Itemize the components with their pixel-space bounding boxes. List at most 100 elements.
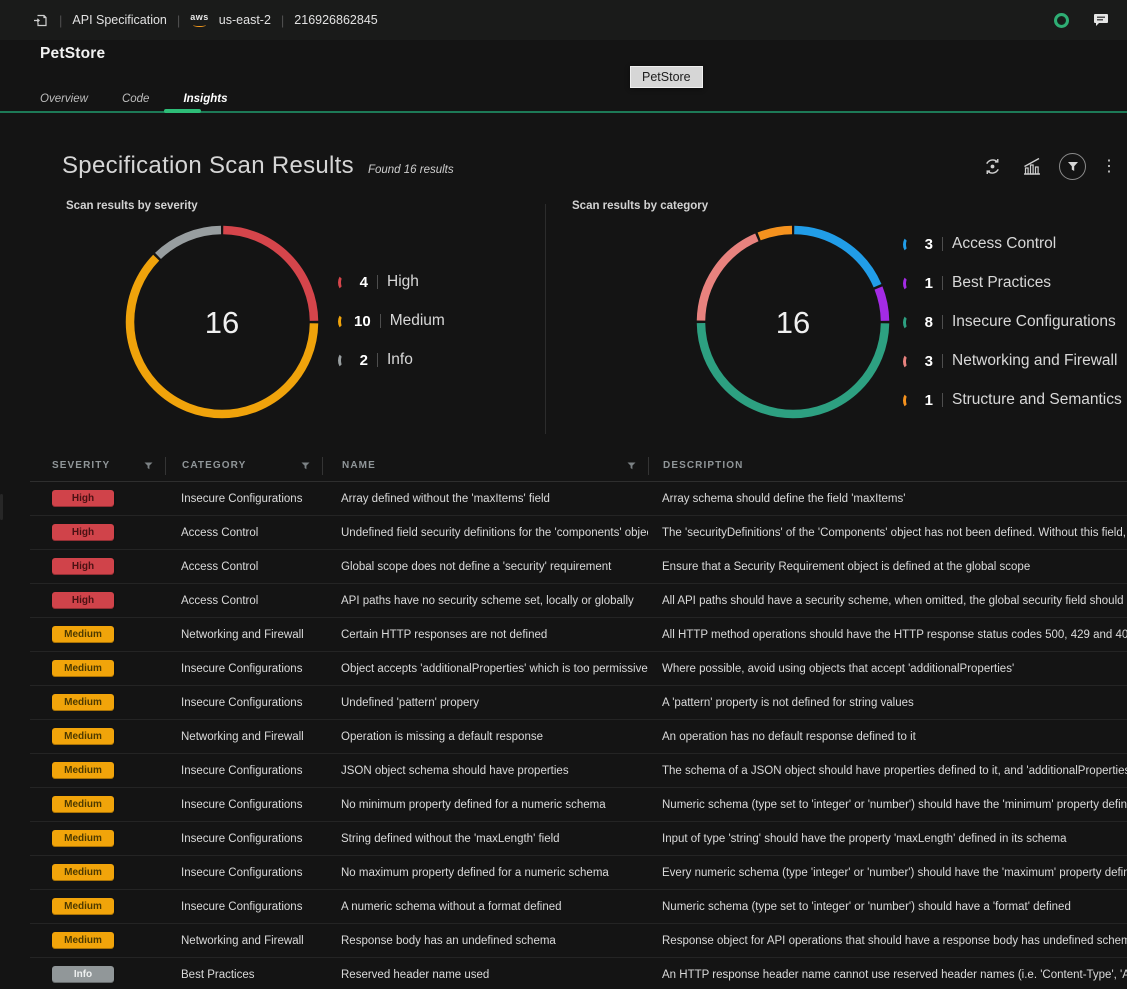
severity-badge: Medium: [52, 830, 114, 847]
table-row[interactable]: Info Best Practices Reserved header name…: [30, 958, 1127, 989]
name-cell: No maximum property defined for a numeri…: [322, 867, 648, 879]
filter-button[interactable]: [1059, 153, 1086, 180]
legend-item[interactable]: 1 Best Practices: [903, 272, 1122, 294]
legend-item[interactable]: 3 Access Control: [903, 233, 1122, 255]
table-body: High Insecure Configurations Array defin…: [30, 482, 1127, 989]
description-cell: The 'securityDefinitions' of the 'Compon…: [648, 527, 1127, 539]
page-title: PetStore: [40, 45, 105, 63]
panel-title: Specification Scan Results: [62, 152, 354, 180]
table-row[interactable]: High Access Control API paths have no se…: [30, 584, 1127, 618]
filter-funnel-icon[interactable]: [301, 462, 310, 470]
category-cell: Insecure Configurations: [165, 833, 322, 845]
column-header-category[interactable]: CATEGORY: [165, 457, 322, 475]
legend-value: 1: [919, 275, 933, 292]
top-bar: | API Specification | aws us-east-2 | 21…: [0, 0, 1127, 40]
category-cell: Access Control: [165, 561, 322, 573]
legend-value: 3: [919, 353, 933, 370]
legend-value: 3: [919, 236, 933, 253]
category-donut-chart: 16: [693, 222, 893, 422]
legend-value: 2: [354, 352, 368, 369]
severity-badge: Medium: [52, 626, 114, 643]
description-cell: Array schema should define the field 'ma…: [648, 493, 1127, 505]
legend-item[interactable]: 2 Info: [338, 349, 445, 371]
table-row[interactable]: Medium Networking and Firewall Certain H…: [30, 618, 1127, 652]
divider: |: [281, 13, 284, 28]
legend-divider: [942, 276, 943, 290]
category-legend: 3 Access Control 1 Best Practices 8 Inse…: [903, 233, 1122, 411]
severity-legend: 4 High 10 Medium 2 Info: [338, 271, 445, 371]
column-header-name[interactable]: NAME: [322, 457, 648, 475]
category-cell: Networking and Firewall: [165, 629, 322, 641]
legend-label: Best Practices: [952, 274, 1051, 292]
description-cell: An HTTP response header name cannot use …: [648, 969, 1127, 981]
legend-value: 1: [919, 392, 933, 409]
legend-divider: [942, 393, 943, 407]
region-label[interactable]: us-east-2: [219, 13, 271, 27]
divider: |: [177, 13, 180, 28]
legend-label: Info: [387, 351, 413, 369]
name-cell: Certain HTTP responses are not defined: [322, 629, 648, 641]
chart-view-button[interactable]: [1020, 155, 1044, 178]
petstore-tooltip: PetStore: [630, 66, 703, 88]
table-row[interactable]: Medium Insecure Configurations No minimu…: [30, 788, 1127, 822]
table-row[interactable]: Medium Insecure Configurations No maximu…: [30, 856, 1127, 890]
legend-item[interactable]: 1 Structure and Semantics: [903, 389, 1122, 411]
legend-arc-icon: [903, 276, 912, 291]
breadcrumb: | API Specification | aws us-east-2 | 21…: [32, 12, 378, 29]
category-cell: Best Practices: [165, 969, 322, 981]
status-ring-icon[interactable]: [1054, 13, 1069, 28]
tab-code[interactable]: Code: [122, 93, 150, 111]
table-row[interactable]: Medium Networking and Firewall Operation…: [30, 720, 1127, 754]
legend-arc-icon: [338, 314, 347, 329]
severity-donut-chart: 16: [122, 222, 322, 422]
severity-badge: Info: [52, 966, 114, 983]
description-cell: All HTTP method operations should have t…: [648, 629, 1127, 641]
kebab-menu-icon[interactable]: ⋮: [1101, 159, 1117, 175]
table-row[interactable]: High Access Control Global scope does no…: [30, 550, 1127, 584]
legend-divider: [377, 353, 378, 367]
name-cell: Undefined field security definitions for…: [322, 527, 648, 539]
category-cell: Networking and Firewall: [165, 935, 322, 947]
panel-header: Specification Scan Results Found 16 resu…: [62, 152, 454, 180]
legend-arc-icon: [903, 237, 912, 252]
table-row[interactable]: Medium Networking and Firewall Response …: [30, 924, 1127, 958]
breadcrumb-title[interactable]: API Specification: [72, 13, 167, 27]
active-tab-indicator: [164, 109, 201, 113]
donut-center-total: 16: [776, 305, 810, 340]
column-header-description[interactable]: DESCRIPTION: [648, 457, 1127, 475]
description-cell: Numeric schema (type set to 'integer' or…: [648, 901, 1127, 913]
refresh-button[interactable]: [980, 154, 1005, 179]
name-cell: Response body has an undefined schema: [322, 935, 648, 947]
category-cell: Access Control: [165, 595, 322, 607]
severity-chart-title: Scan results by severity: [66, 200, 198, 212]
legend-item[interactable]: 4 High: [338, 271, 445, 293]
severity-badge: Medium: [52, 898, 114, 915]
tab-overview[interactable]: Overview: [40, 93, 88, 111]
table-row[interactable]: Medium Insecure Configurations JSON obje…: [30, 754, 1127, 788]
name-cell: Global scope does not define a 'security…: [322, 561, 648, 573]
legend-arc-icon: [338, 275, 347, 290]
legend-item[interactable]: 10 Medium: [338, 310, 445, 332]
legend-item[interactable]: 8 Insecure Configurations: [903, 311, 1122, 333]
name-cell: JSON object schema should have propertie…: [322, 765, 648, 777]
table-row[interactable]: High Access Control Undefined field secu…: [30, 516, 1127, 550]
category-cell: Insecure Configurations: [165, 663, 322, 675]
filter-funnel-icon[interactable]: [627, 462, 636, 470]
legend-item[interactable]: 3 Networking and Firewall: [903, 350, 1122, 372]
table-row[interactable]: High Insecure Configurations Array defin…: [30, 482, 1127, 516]
category-cell: Access Control: [165, 527, 322, 539]
table-row[interactable]: Medium Insecure Configurations Object ac…: [30, 652, 1127, 686]
findings-table: SEVERITY CATEGORY NAME DESCRIPTION High …: [30, 450, 1127, 989]
filter-funnel-icon[interactable]: [144, 462, 153, 470]
legend-label: Access Control: [952, 235, 1056, 253]
legend-label: Structure and Semantics: [952, 391, 1122, 409]
table-row[interactable]: Medium Insecure Configurations Undefined…: [30, 686, 1127, 720]
api-spec-icon[interactable]: [32, 12, 49, 29]
column-header-severity[interactable]: SEVERITY: [30, 457, 165, 475]
chat-icon[interactable]: [1093, 13, 1109, 27]
legend-divider: [942, 237, 943, 251]
table-row[interactable]: Medium Insecure Configurations A numeric…: [30, 890, 1127, 924]
donut-center-total: 16: [205, 305, 239, 340]
name-cell: Operation is missing a default response: [322, 731, 648, 743]
table-row[interactable]: Medium Insecure Configurations String de…: [30, 822, 1127, 856]
